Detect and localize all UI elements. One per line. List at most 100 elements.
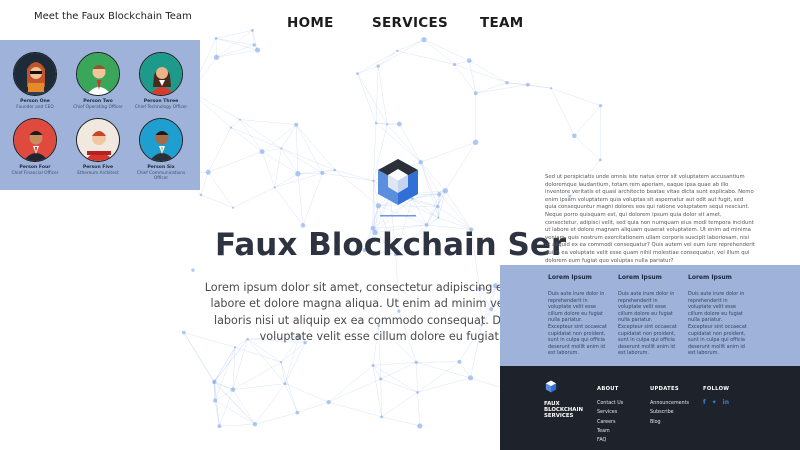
footer-logo-icon[interactable]: [544, 380, 558, 396]
facebook-icon[interactable]: f: [703, 399, 706, 406]
footer-link-faq[interactable]: FAQ: [597, 436, 623, 445]
avatar: [13, 52, 57, 96]
network-link: [261, 148, 282, 152]
network-link: [302, 172, 323, 226]
footer-link-services[interactable]: Services: [597, 408, 623, 417]
network-node: [374, 121, 378, 125]
network-link: [445, 142, 476, 191]
network-link: [295, 124, 335, 171]
member-role: Founder and CEO: [16, 105, 54, 110]
avatar: [13, 118, 57, 162]
network-link: [469, 60, 476, 94]
network-link: [295, 124, 323, 174]
network-link: [357, 50, 398, 74]
info-text: Duis aute irure dolor in reprehenderit i…: [688, 291, 747, 357]
network-link: [232, 362, 282, 390]
footer-link-subscribe[interactable]: Subscribe: [650, 408, 689, 417]
network-node: [279, 361, 283, 364]
network-link: [357, 73, 377, 124]
network-link: [357, 73, 388, 125]
network-node: [356, 72, 359, 76]
network-node: [437, 216, 440, 219]
network-node: [254, 47, 261, 53]
network-node: [232, 206, 235, 209]
footer-link-contact[interactable]: Contact Us: [597, 399, 623, 408]
network-link: [417, 392, 421, 426]
network-node: [452, 62, 457, 67]
network-link: [207, 127, 232, 173]
network-link: [239, 119, 297, 125]
network-link: [200, 172, 209, 195]
info-column: Lorem Ipsum Duis aute irure dolor in rep…: [618, 274, 678, 357]
network-link: [574, 105, 601, 136]
network-node: [259, 149, 265, 155]
site-footer: FAUX BLOCKCHAIN SERVICES ABOUT Contact U…: [500, 366, 800, 450]
team-member[interactable]: Person One Founder and CEO: [3, 52, 67, 110]
network-link: [416, 362, 471, 379]
network-link: [213, 347, 236, 383]
network-link: [334, 169, 374, 182]
footer-link-team[interactable]: Team: [597, 427, 623, 436]
linkedin-icon[interactable]: in: [723, 399, 729, 406]
network-link: [475, 84, 528, 94]
network-node: [238, 118, 241, 121]
network-node: [442, 187, 449, 194]
network-link: [420, 162, 438, 207]
network-link: [261, 151, 275, 188]
network-node: [326, 399, 331, 405]
network-node: [294, 122, 299, 127]
info-band: Lorem Ipsum Duis aute irure dolor in rep…: [500, 265, 800, 366]
network-link: [328, 401, 382, 418]
network-node: [466, 58, 472, 63]
network-link: [297, 173, 304, 226]
main-nav: HOME SERVICES TEAM: [0, 15, 800, 35]
network-link: [423, 39, 470, 61]
footer-link-careers[interactable]: Careers: [597, 418, 623, 427]
network-link: [232, 383, 286, 390]
network-node: [457, 359, 462, 364]
network-link: [397, 39, 425, 52]
network-link: [254, 383, 286, 425]
footer-link-blog[interactable]: Blog: [650, 418, 689, 427]
footer-brand: FAUX BLOCKCHAIN SERVICES: [544, 401, 583, 420]
network-link: [373, 362, 417, 366]
team-member[interactable]: Person Five Ethereum Architect: [66, 118, 130, 176]
member-name: Person Two: [83, 99, 113, 104]
footer-follow: FOLLOW f ✦ in: [703, 386, 729, 406]
network-link: [230, 127, 263, 152]
network-node: [380, 415, 384, 419]
network-link: [297, 401, 329, 413]
network-node: [230, 387, 236, 392]
info-text: Duis aute irure dolor in reprehenderit i…: [618, 291, 677, 357]
network-node: [472, 139, 479, 146]
network-node: [295, 410, 300, 415]
nav-home[interactable]: HOME: [287, 15, 334, 31]
footer-link-announcements[interactable]: Announcements: [650, 399, 689, 408]
team-member[interactable]: Person Two Chief Operating Officer: [66, 52, 130, 110]
network-node: [473, 91, 478, 96]
network-link: [233, 187, 275, 208]
info-heading: Lorem Ipsum: [688, 274, 732, 281]
team-member[interactable]: Person Six Chief Communications Officer: [129, 118, 193, 181]
network-node: [467, 375, 474, 381]
network-link: [281, 124, 297, 149]
network-node: [417, 423, 423, 429]
team-member[interactable]: Person Three Chief Technology Officer: [129, 52, 193, 110]
nav-team[interactable]: TEAM: [480, 15, 524, 31]
network-link: [213, 382, 220, 427]
info-column: Lorem Ipsum Duis aute irure dolor in rep…: [688, 274, 748, 357]
avatar: [76, 118, 120, 162]
team-member[interactable]: Person Four Chief Financial Officer: [3, 118, 67, 176]
network-link: [417, 361, 460, 393]
twitter-icon[interactable]: ✦: [712, 399, 717, 406]
network-link: [281, 148, 335, 171]
network-node: [212, 380, 216, 385]
network-link: [445, 190, 472, 230]
network-node: [371, 363, 375, 367]
nav-services[interactable]: SERVICES: [372, 15, 448, 31]
avatar: [76, 52, 120, 96]
network-link: [527, 84, 552, 89]
network-node: [549, 87, 553, 90]
network-link: [254, 412, 298, 425]
member-name: Person One: [20, 99, 50, 104]
